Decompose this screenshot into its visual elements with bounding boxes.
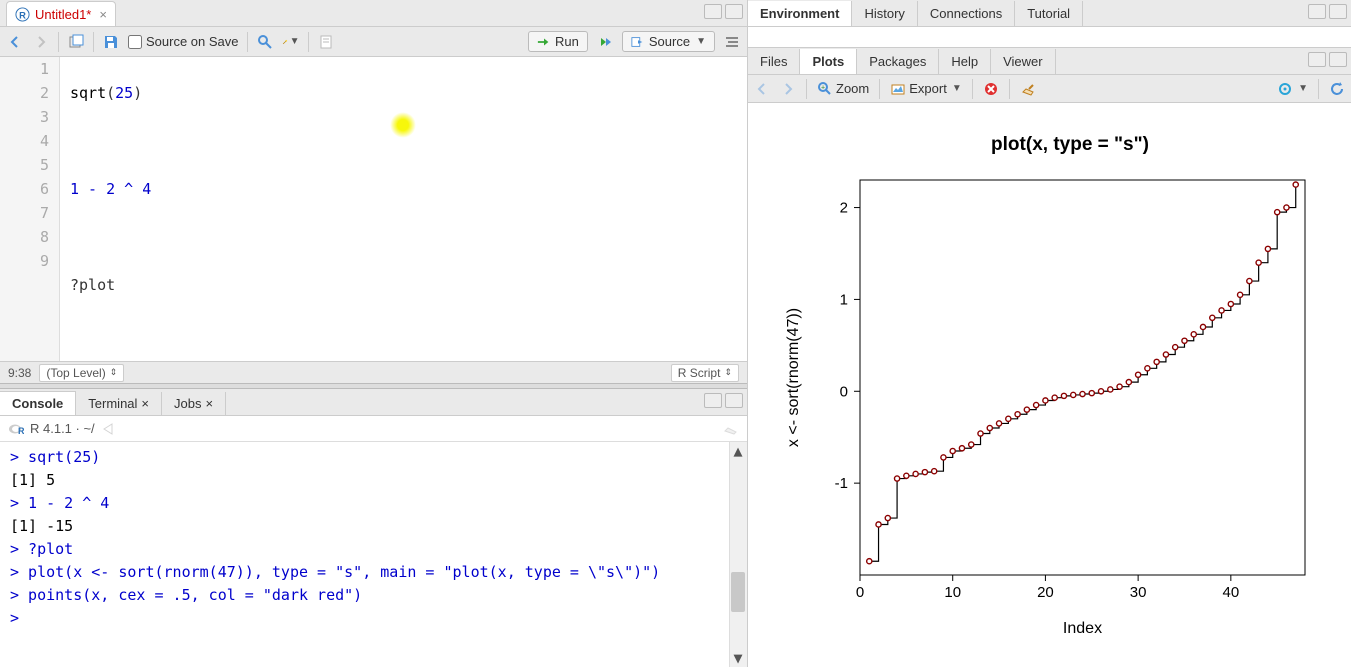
env-tab-bar: Environment History Connections Tutorial bbox=[748, 0, 1351, 27]
scroll-down-icon[interactable]: ▼ bbox=[731, 651, 745, 665]
svg-text:30: 30 bbox=[1129, 584, 1146, 601]
plot-next-icon[interactable] bbox=[780, 81, 796, 97]
svg-text:R: R bbox=[19, 10, 26, 20]
publish-icon[interactable]: ▼ bbox=[1277, 81, 1308, 97]
code-editor[interactable]: 123456789 sqrt(25) 1 - 2 ^ 4 ?plot # Sim… bbox=[0, 57, 747, 361]
svg-text:10: 10 bbox=[944, 584, 961, 601]
tab-help[interactable]: Help bbox=[939, 49, 991, 74]
svg-text:0: 0 bbox=[855, 584, 863, 601]
minimize-pane-icon[interactable] bbox=[704, 4, 722, 19]
forward-icon[interactable] bbox=[32, 33, 50, 51]
svg-text:-1: -1 bbox=[834, 475, 847, 492]
plot-toolbar: +Zoom Export▼ ▼ bbox=[748, 75, 1351, 103]
export-button[interactable]: Export▼ bbox=[890, 81, 961, 97]
code-content[interactable]: sqrt(25) 1 - 2 ^ 4 ?plot # Simple quanti… bbox=[60, 57, 747, 361]
tab-connections[interactable]: Connections bbox=[918, 1, 1015, 26]
back-icon[interactable] bbox=[6, 33, 24, 51]
zoom-button[interactable]: +Zoom bbox=[817, 81, 869, 97]
maximize-pane-icon[interactable] bbox=[1329, 4, 1347, 19]
r-logo-icon: R bbox=[8, 421, 24, 437]
svg-text:x <- sort(rnorm(47)): x <- sort(rnorm(47)) bbox=[785, 308, 802, 447]
popout-icon[interactable] bbox=[101, 421, 117, 437]
tab-tutorial[interactable]: Tutorial bbox=[1015, 1, 1083, 26]
cursor-highlight bbox=[390, 112, 416, 138]
tab-jobs[interactable]: Jobs × bbox=[162, 392, 226, 415]
remove-plot-icon[interactable] bbox=[983, 81, 999, 97]
close-icon[interactable]: × bbox=[205, 396, 213, 411]
svg-text:+: + bbox=[821, 84, 825, 91]
minimize-pane-icon[interactable] bbox=[1308, 4, 1326, 19]
notebook-icon[interactable] bbox=[317, 33, 335, 51]
source-button[interactable]: Source ▼ bbox=[622, 31, 715, 52]
tab-terminal[interactable]: Terminal × bbox=[76, 392, 162, 415]
console-output[interactable]: > sqrt(25)[1] 5> 1 - 2 ^ 4[1] -15> ?plot… bbox=[0, 442, 747, 667]
tab-viewer[interactable]: Viewer bbox=[991, 49, 1056, 74]
clear-console-icon[interactable] bbox=[723, 421, 739, 437]
maximize-pane-icon[interactable] bbox=[1329, 52, 1347, 67]
refresh-icon[interactable] bbox=[1329, 81, 1345, 97]
close-icon[interactable]: × bbox=[99, 7, 107, 22]
outline-icon[interactable] bbox=[723, 33, 741, 51]
r-file-icon: R bbox=[15, 7, 30, 22]
minimize-pane-icon[interactable] bbox=[704, 393, 722, 408]
tab-environment[interactable]: Environment bbox=[748, 1, 852, 26]
svg-text:R: R bbox=[18, 426, 24, 436]
tab-files[interactable]: Files bbox=[748, 49, 800, 74]
show-in-new-window-icon[interactable] bbox=[67, 33, 85, 51]
filetype-selector[interactable]: R Script ⇕ bbox=[671, 364, 739, 382]
editor-tab-untitled1[interactable]: R Untitled1* × bbox=[6, 1, 116, 26]
source-on-save-checkbox[interactable]: Source on Save bbox=[128, 34, 239, 49]
scroll-thumb[interactable] bbox=[731, 572, 745, 612]
svg-text:2: 2 bbox=[839, 200, 847, 217]
find-icon[interactable] bbox=[256, 33, 274, 51]
svg-text:40: 40 bbox=[1222, 584, 1239, 601]
wand-icon[interactable]: ▼ bbox=[282, 33, 300, 51]
console-tab-bar: Console Terminal × Jobs × bbox=[0, 389, 747, 416]
editor-statusbar: 9:38 (Top Level) ⇕ R Script ⇕ bbox=[0, 361, 747, 383]
close-icon[interactable]: × bbox=[141, 396, 149, 411]
plot-tab-bar: Files Plots Packages Help Viewer bbox=[748, 48, 1351, 75]
editor-tab-bar: R Untitled1* × bbox=[0, 0, 747, 27]
minimize-pane-icon[interactable] bbox=[1308, 52, 1326, 67]
tab-plots[interactable]: Plots bbox=[800, 49, 857, 74]
tab-history[interactable]: History bbox=[852, 1, 917, 26]
save-icon[interactable] bbox=[102, 33, 120, 51]
svg-text:Index: Index bbox=[1062, 620, 1101, 637]
svg-text:1: 1 bbox=[839, 291, 847, 308]
svg-text:20: 20 bbox=[1037, 584, 1054, 601]
maximize-pane-icon[interactable] bbox=[725, 4, 743, 19]
editor-tab-label: Untitled1* bbox=[35, 7, 91, 22]
run-button[interactable]: Run bbox=[528, 31, 588, 52]
scrollbar[interactable]: ▲ ▼ bbox=[729, 442, 747, 667]
scope-selector[interactable]: (Top Level) ⇕ bbox=[39, 364, 124, 382]
tab-packages[interactable]: Packages bbox=[857, 49, 939, 74]
svg-text:plot(x, type = "s"): plot(x, type = "s") bbox=[991, 134, 1149, 155]
plot-canvas: plot(x, type = "s") 0 10 20 30 40 -1 0 1 2 Index x … bbox=[748, 103, 1351, 667]
line-gutter: 123456789 bbox=[0, 57, 60, 361]
scroll-up-icon[interactable]: ▲ bbox=[731, 444, 745, 458]
svg-text:0: 0 bbox=[839, 383, 847, 400]
rerun-icon[interactable] bbox=[596, 33, 614, 51]
cursor-position: 9:38 bbox=[8, 366, 31, 380]
tab-console[interactable]: Console bbox=[0, 391, 76, 415]
editor-toolbar: Source on Save ▼ Run Source ▼ bbox=[0, 27, 747, 57]
step-plot: plot(x, type = "s") 0 10 20 30 40 -1 0 1 2 Index x … bbox=[770, 125, 1330, 645]
console-info-bar: R R 4.1.1 · ~/ bbox=[0, 416, 747, 442]
clear-all-icon[interactable] bbox=[1020, 81, 1036, 97]
maximize-pane-icon[interactable] bbox=[725, 393, 743, 408]
plot-prev-icon[interactable] bbox=[754, 81, 770, 97]
